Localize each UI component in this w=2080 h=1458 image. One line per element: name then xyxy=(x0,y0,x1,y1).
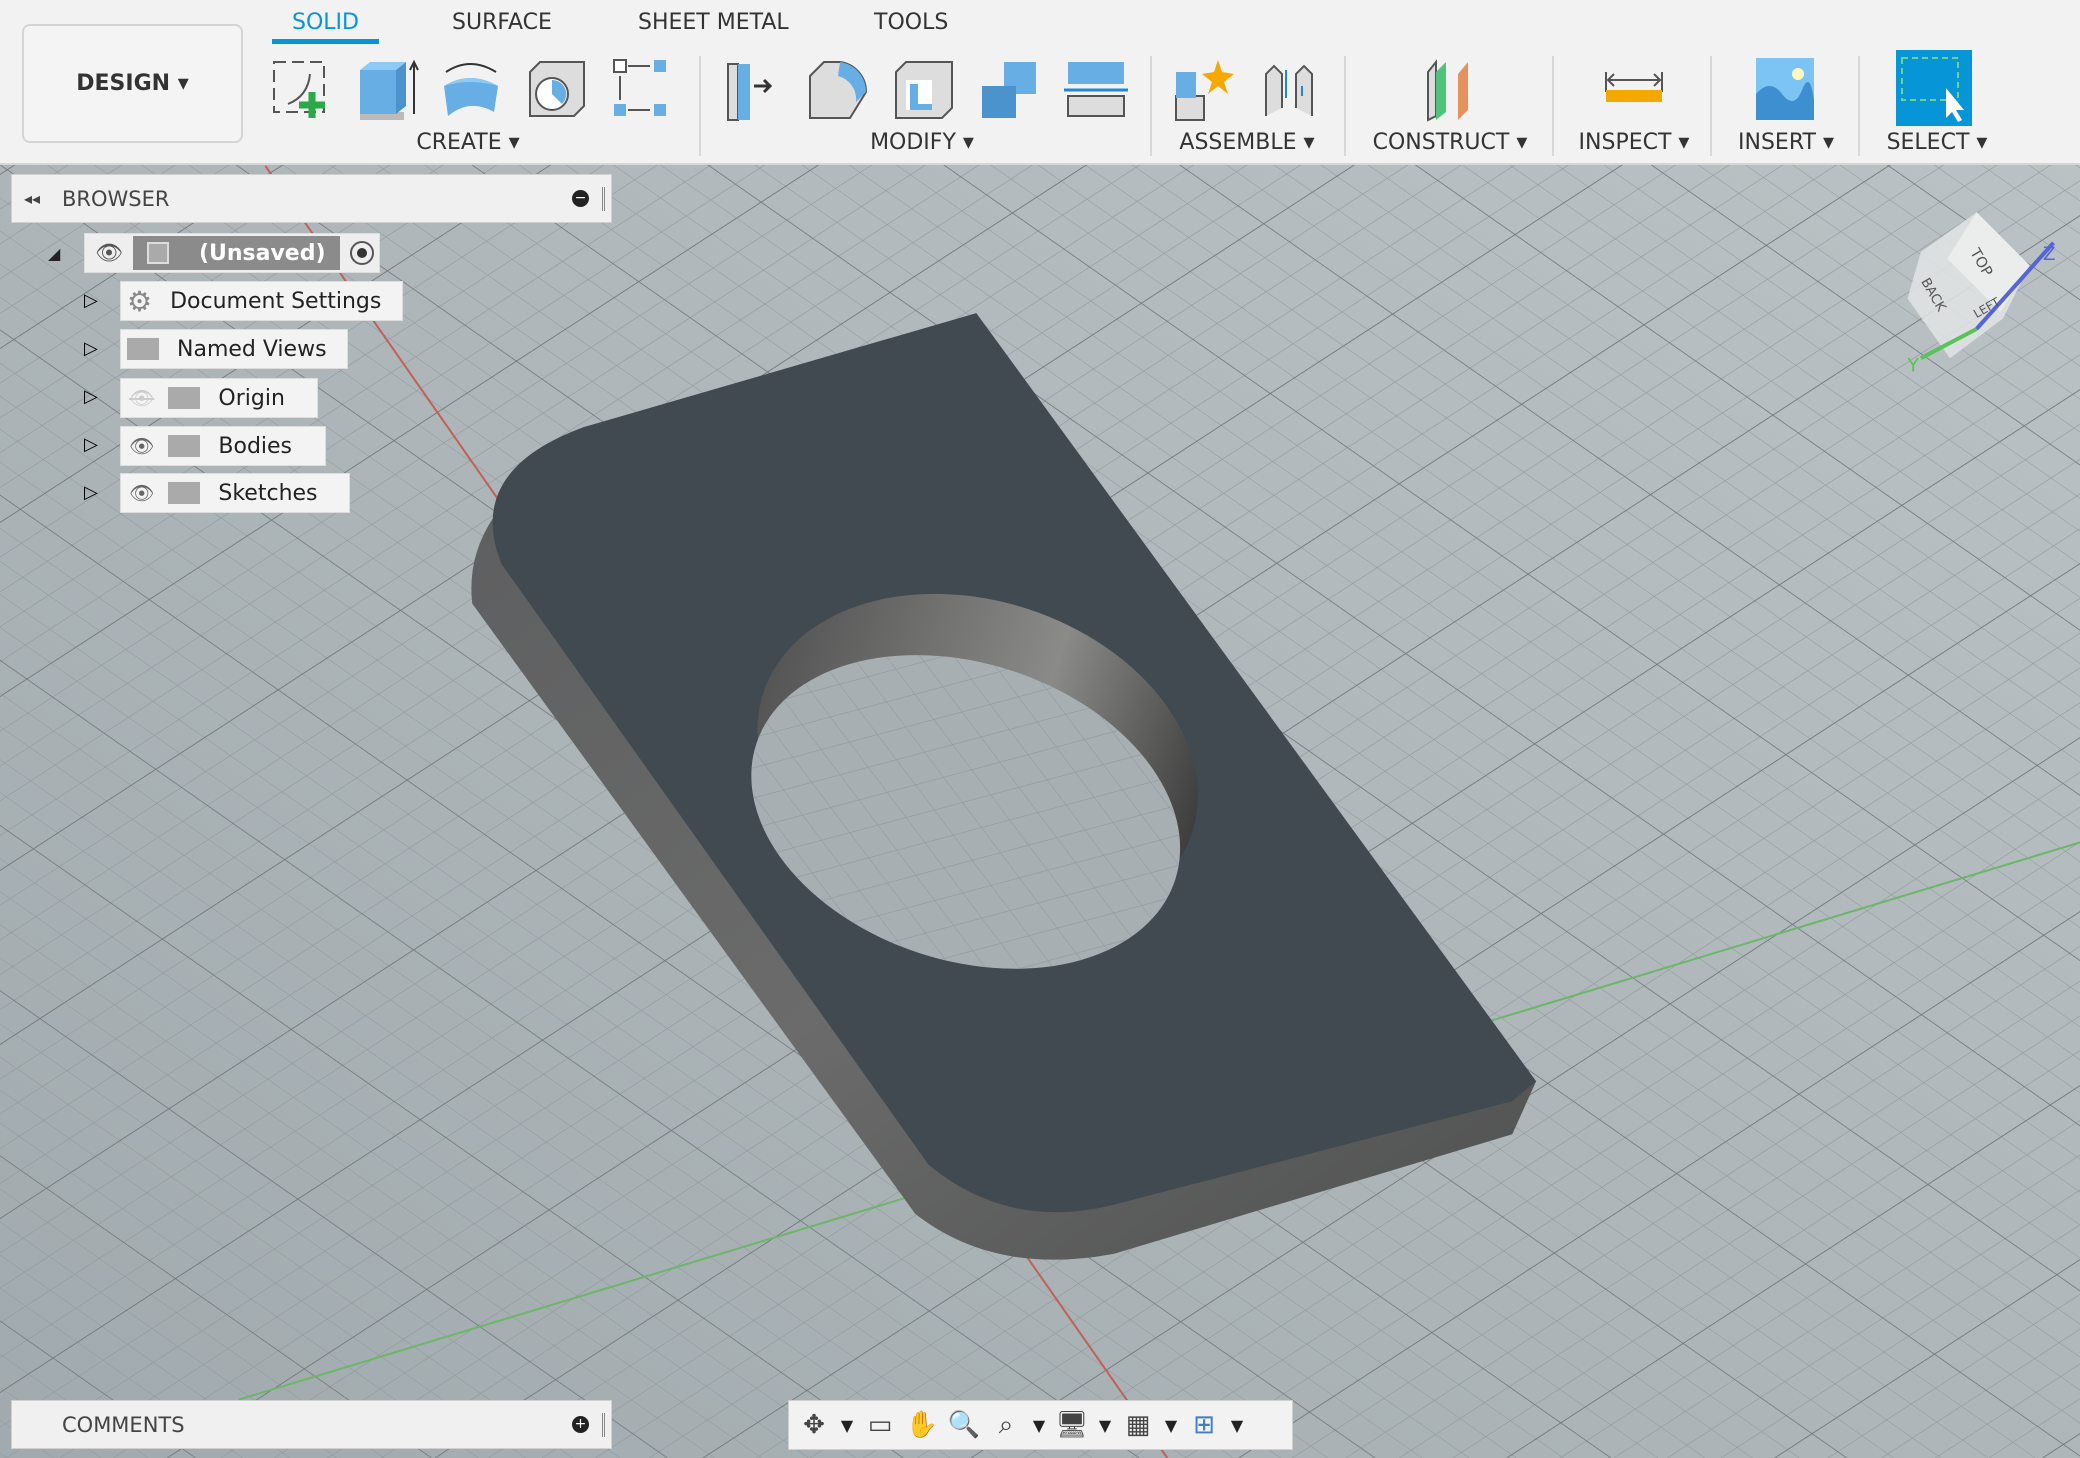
orbit-icon[interactable]: ✥ xyxy=(795,1405,833,1445)
separator xyxy=(699,56,701,156)
item-label: Document Settings xyxy=(170,288,382,314)
workspace-switcher[interactable]: DESIGN ▾ xyxy=(22,24,243,143)
offset-plane-icon[interactable] xyxy=(1418,56,1484,122)
workspace-label: DESIGN xyxy=(76,71,171,96)
modify-menu[interactable]: MODIFY ▾ xyxy=(870,130,974,155)
construct-menu[interactable]: CONSTRUCT ▾ xyxy=(1373,130,1528,155)
grid-settings-icon[interactable]: ▦ xyxy=(1119,1405,1157,1445)
folder-icon xyxy=(168,482,201,504)
select-menu[interactable]: SELECT ▾ xyxy=(1887,130,1988,155)
collapse-root-icon[interactable]: ◢ xyxy=(48,244,60,263)
fillet-icon[interactable] xyxy=(804,56,870,122)
eye-icon[interactable]: 👁 xyxy=(129,434,154,458)
tab-tools[interactable]: TOOLS xyxy=(874,10,948,41)
joint-icon[interactable] xyxy=(1256,56,1322,122)
item-label: Named Views xyxy=(177,336,327,362)
insert-image-icon[interactable] xyxy=(1752,56,1818,122)
browser-item-bodies[interactable]: 👁 Bodies xyxy=(120,426,326,466)
press-pull-icon[interactable] xyxy=(718,56,784,122)
grid-dropdown-icon[interactable]: ▼ xyxy=(1161,1416,1181,1435)
separator xyxy=(1344,56,1346,156)
toolbar: DESIGN ▾ SOLID SURFACE SHEET METAL TOOLS… xyxy=(0,0,2080,165)
add-comment-icon[interactable]: + xyxy=(572,1416,589,1433)
extrude-icon[interactable] xyxy=(354,56,420,122)
look-at-icon[interactable]: ▭ xyxy=(861,1405,899,1445)
viewports-icon[interactable]: ⊞ xyxy=(1185,1405,1223,1445)
navigation-bar: ✥ ▼ ▭ ✋ 🔍 ⌕ ▼ 🖥 ▼ ▦ ▼ ⊞ ▼ xyxy=(788,1400,1293,1450)
activate-radio-icon[interactable] xyxy=(349,241,374,265)
separator xyxy=(1710,56,1712,156)
eye-hidden-icon[interactable]: 👁 xyxy=(129,386,154,410)
browser-panel-header[interactable]: ◂◂ BROWSER − xyxy=(11,174,612,223)
browser-item-document-settings[interactable]: ⚙ Document Settings xyxy=(120,281,403,321)
collapse-browser-icon[interactable]: ◂◂ xyxy=(24,189,40,208)
browser-root[interactable]: 👁 (Unsaved) xyxy=(84,233,380,273)
split-body-icon[interactable] xyxy=(1062,56,1128,122)
hole-icon[interactable] xyxy=(524,56,590,122)
eye-icon[interactable]: 👁 xyxy=(129,481,154,505)
insert-menu[interactable]: INSERT ▾ xyxy=(1738,130,1834,155)
gear-icon: ⚙ xyxy=(127,284,153,318)
comments-panel[interactable]: COMMENTS + xyxy=(11,1400,612,1449)
measure-icon[interactable] xyxy=(1600,56,1666,122)
inspect-menu[interactable]: INSPECT ▾ xyxy=(1579,130,1690,155)
z-axis-label: Z xyxy=(2043,244,2056,265)
item-label: Sketches xyxy=(218,480,318,506)
tab-sheet-metal[interactable]: SHEET METAL xyxy=(638,10,789,41)
expand-icon[interactable]: ▷ xyxy=(84,386,98,407)
display-settings-icon[interactable]: 🖥 xyxy=(1053,1405,1091,1445)
browser-item-origin[interactable]: 👁 Origin xyxy=(120,378,318,418)
combine-icon[interactable] xyxy=(976,56,1042,122)
create-sketch-icon[interactable] xyxy=(268,56,334,122)
browser-item-named-views[interactable]: Named Views xyxy=(120,329,348,369)
zoom-icon[interactable]: 🔍 xyxy=(945,1405,983,1445)
minimize-icon[interactable]: − xyxy=(572,190,589,207)
pattern-icon[interactable] xyxy=(610,56,676,122)
display-dropdown-icon[interactable]: ▼ xyxy=(1095,1416,1115,1435)
zoom-window-icon[interactable]: ⌕ xyxy=(987,1405,1025,1445)
expand-icon[interactable]: ▷ xyxy=(84,338,98,359)
expand-icon[interactable]: ▷ xyxy=(84,482,98,503)
folder-icon xyxy=(168,435,201,457)
revolve-icon[interactable] xyxy=(438,56,504,122)
shell-icon[interactable] xyxy=(890,56,956,122)
select-icon[interactable] xyxy=(1896,50,1972,126)
create-menu[interactable]: CREATE ▾ xyxy=(416,130,519,155)
separator xyxy=(1150,56,1152,156)
item-label: Bodies xyxy=(218,433,293,459)
separator xyxy=(1858,56,1860,156)
comments-title: COMMENTS xyxy=(62,1412,185,1437)
panel-grip-icon[interactable] xyxy=(602,1413,605,1437)
y-axis-label: Y xyxy=(1907,355,1920,376)
browser-title: BROWSER xyxy=(62,186,170,211)
tab-surface[interactable]: SURFACE xyxy=(452,10,552,41)
eye-icon[interactable]: 👁 xyxy=(95,241,123,266)
document-icon xyxy=(146,242,169,264)
pan-hand-icon[interactable]: ✋ xyxy=(903,1405,941,1445)
expand-icon[interactable]: ▷ xyxy=(84,434,98,455)
panel-grip-icon[interactable] xyxy=(602,187,605,211)
browser-item-sketches[interactable]: 👁 Sketches xyxy=(120,473,350,513)
orbit-dropdown-icon[interactable]: ▼ xyxy=(837,1416,857,1435)
new-component-icon[interactable] xyxy=(1170,56,1236,122)
viewports-dropdown-icon[interactable]: ▼ xyxy=(1227,1416,1247,1435)
item-label: Origin xyxy=(218,385,285,411)
expand-icon[interactable]: ▷ xyxy=(84,290,98,311)
zoom-dropdown-icon[interactable]: ▼ xyxy=(1029,1416,1049,1435)
folder-icon xyxy=(127,338,159,360)
tab-solid[interactable]: SOLID xyxy=(272,10,379,44)
root-label: (Unsaved) xyxy=(198,240,326,266)
assemble-menu[interactable]: ASSEMBLE ▾ xyxy=(1179,130,1314,155)
folder-icon xyxy=(168,387,201,409)
separator xyxy=(1552,56,1554,156)
